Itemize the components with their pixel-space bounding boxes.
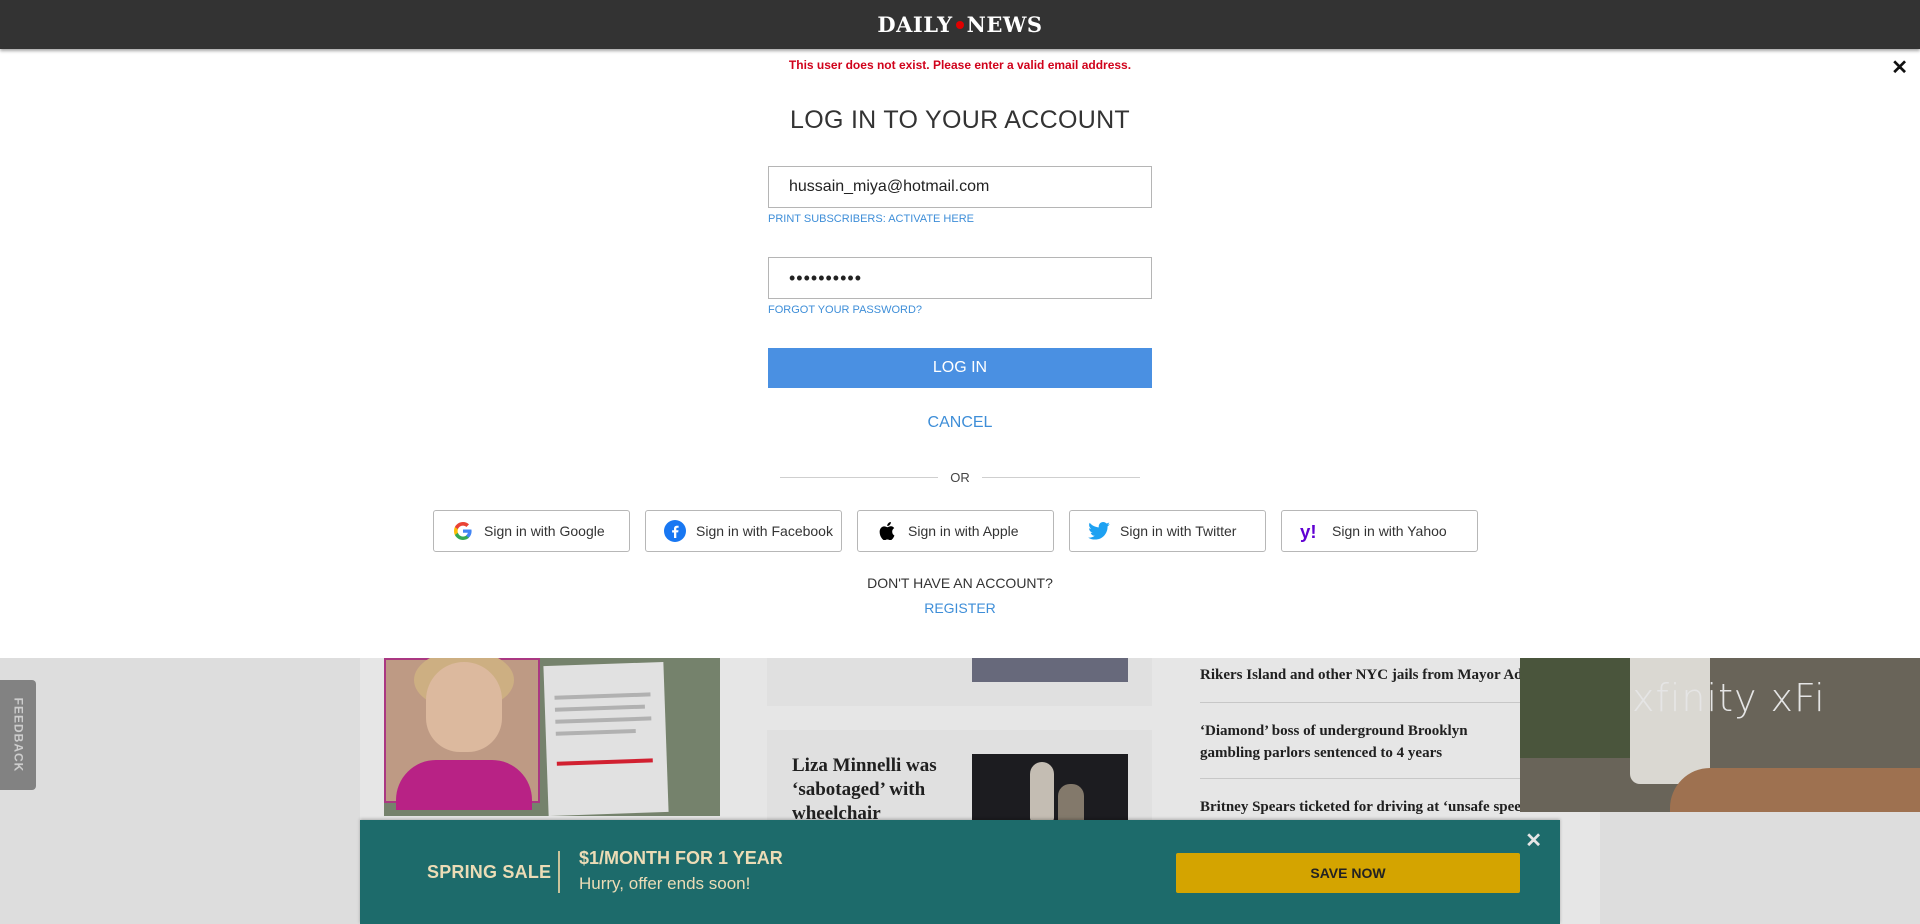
facebook-signin-label: Sign in with Facebook	[696, 523, 833, 539]
cancel-link[interactable]: CANCEL	[0, 414, 1920, 432]
svg-text:y!: y!	[1300, 521, 1317, 542]
facebook-icon	[664, 520, 686, 542]
print-subscribers-link[interactable]: PRINT SUBSCRIBERS: ACTIVATE HERE	[768, 213, 974, 225]
logo-text-right: NEWS	[966, 12, 1043, 37]
promo-offer: $1/MONTH FOR 1 YEAR	[579, 848, 783, 868]
promo-label: SPRING SALE	[427, 862, 552, 882]
google-icon	[452, 520, 474, 542]
logo-dot	[955, 20, 964, 29]
twitter-signin-label: Sign in with Twitter	[1120, 523, 1237, 539]
twitter-signin-button[interactable]: Sign in with Twitter	[1069, 510, 1266, 552]
promo-subtext: Hurry, offer ends soon!	[579, 874, 751, 893]
google-signin-label: Sign in with Google	[484, 523, 605, 539]
forgot-password-link[interactable]: FORGOT YOUR PASSWORD?	[768, 304, 922, 316]
divider-line	[780, 476, 939, 478]
login-title: LOG IN TO YOUR ACCOUNT	[790, 106, 1130, 134]
email-field[interactable]: hussain_miya@hotmail.com	[768, 166, 1152, 208]
logo-text-left: DAILY	[877, 12, 953, 37]
promo-divider	[558, 851, 560, 893]
or-divider: OR	[780, 467, 1140, 487]
close-icon[interactable]: ✕	[1525, 828, 1542, 853]
facebook-signin-button[interactable]: Sign in with Facebook	[645, 510, 842, 552]
yahoo-signin-button[interactable]: y! Sign in with Yahoo	[1281, 510, 1478, 552]
site-header: DAILY NEWS	[0, 0, 1920, 49]
apple-signin-label: Sign in with Apple	[908, 523, 1019, 539]
yahoo-icon: y!	[1300, 520, 1322, 542]
error-message: This user does not exist. Please enter a…	[788, 58, 1132, 72]
password-field[interactable]: ••••••••••	[768, 257, 1152, 299]
login-modal: ✕ This user does not exist. Please enter…	[0, 49, 1920, 658]
twitter-icon	[1088, 520, 1110, 542]
yahoo-signin-label: Sign in with Yahoo	[1332, 523, 1447, 539]
divider-line	[981, 476, 1140, 478]
or-text: OR	[950, 469, 970, 485]
promo-banner: SPRING SALE $1/MONTH FOR 1 YEAR Hurry, o…	[360, 820, 1560, 924]
apple-signin-button[interactable]: Sign in with Apple	[857, 510, 1054, 552]
google-signin-button[interactable]: Sign in with Google	[433, 510, 630, 552]
save-now-button[interactable]: SAVE NOW	[1176, 853, 1520, 893]
register-link[interactable]: REGISTER	[0, 600, 1920, 616]
daily-news-logo[interactable]: DAILY NEWS	[877, 12, 1042, 37]
no-account-text: DON'T HAVE AN ACCOUNT?	[867, 575, 1053, 591]
apple-icon	[876, 520, 898, 542]
login-button[interactable]: LOG IN	[768, 348, 1152, 388]
